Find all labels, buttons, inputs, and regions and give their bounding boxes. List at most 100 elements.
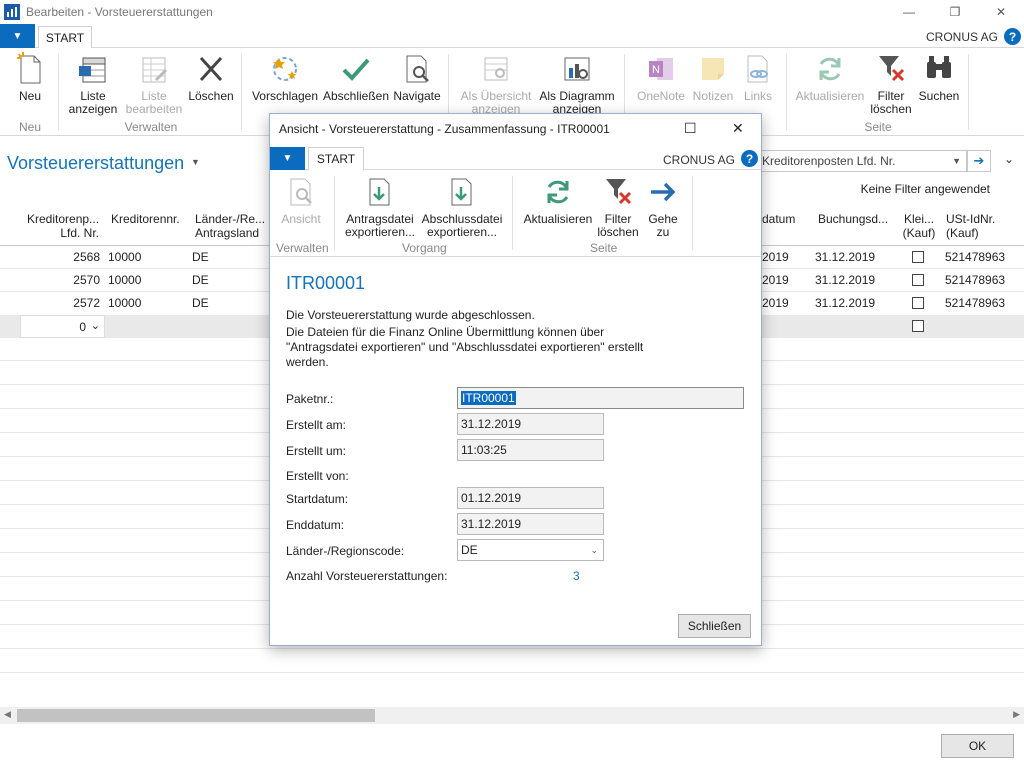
list-show-button[interactable]: Liste anzeigen	[66, 52, 120, 116]
cell-country[interactable]: DE	[192, 250, 209, 264]
page-title-dropdown-icon[interactable]: ▼	[191, 157, 200, 167]
cell-vendor-no[interactable]: 10000	[108, 250, 141, 264]
show-as-chart-button[interactable]: Als Diagramm anzeigen	[536, 52, 618, 116]
scrollbar-thumb[interactable]	[17, 709, 375, 722]
show-as-overview-button[interactable]: Als Übersicht anzeigen	[456, 52, 536, 116]
refund-count-label: Anzahl Vorsteuererstattungen:	[286, 569, 448, 583]
cell-vat-id[interactable]: 521478963	[945, 273, 1005, 287]
refresh-icon	[819, 57, 841, 81]
dialog-close-action-button[interactable]: Schließen	[678, 614, 751, 638]
dialog-clear-filter-button[interactable]: Filter löschen	[596, 175, 640, 239]
row-checkbox[interactable]	[912, 251, 924, 263]
help-icon[interactable]: ?	[1004, 28, 1021, 45]
country-code-select[interactable]: DE ⌄	[457, 539, 604, 561]
cell-entry-no[interactable]: 2570	[60, 273, 100, 287]
export-final-file-button[interactable]: Abschlussdatei exportieren...	[420, 175, 504, 239]
suggest-stars-icon	[273, 57, 297, 81]
dialog-message-line: werden.	[286, 355, 329, 369]
refresh-button[interactable]: Aktualisieren	[794, 52, 866, 103]
dialog-heading: ITR00001	[286, 273, 366, 293]
dialog-maximize-button[interactable]: ☐	[684, 120, 697, 137]
header-posting-date[interactable]: Buchungsd...	[818, 212, 888, 226]
dialog-group-page-label: Seite	[590, 241, 618, 255]
cell-vendor-no[interactable]: 10000	[108, 273, 141, 287]
app-menu-button[interactable]: ▼	[0, 24, 35, 48]
summary-dialog: Ansicht - Vorsteuererstattung - Zusammen…	[269, 113, 762, 646]
window-titlebar: Bearbeiten - Vorsteuererstattungen — ❐ ✕	[0, 0, 1024, 24]
filter-status-text: Keine Filter angewendet	[860, 182, 990, 196]
suggest-button[interactable]: Vorschlagen	[250, 52, 320, 103]
cell-end-date[interactable]: 2019	[762, 273, 789, 287]
new-document-icon	[17, 52, 41, 84]
scroll-right-icon[interactable]: ▶	[1013, 709, 1020, 720]
row-checkbox[interactable]	[912, 274, 924, 286]
scroll-left-icon[interactable]: ◀	[4, 709, 11, 720]
cell-posting-date[interactable]: 31.12.2019	[815, 296, 875, 310]
onenote-button[interactable]: N OneNote	[632, 52, 690, 103]
cell-entry-no[interactable]: 2568	[60, 250, 100, 264]
header-country[interactable]: Länder-/Re... Antragsland	[195, 212, 265, 240]
arrow-right-icon	[651, 182, 676, 202]
header-entry-no[interactable]: Kreditorenp... Lfd. Nr.	[27, 212, 99, 240]
close-button[interactable]: ✕	[978, 0, 1024, 24]
cell-vendor-no[interactable]: 10000	[108, 296, 141, 310]
cell-vat-id[interactable]: 521478963	[945, 250, 1005, 264]
package-no-field[interactable]: ITR00001	[457, 387, 744, 409]
dialog-help-icon[interactable]: ?	[741, 150, 758, 167]
header-vendor-no[interactable]: Kreditorennr.	[111, 212, 180, 226]
delete-x-icon	[199, 56, 223, 82]
cell-end-date[interactable]: 2019	[762, 250, 789, 264]
apply-filter-arrow-icon[interactable]: ➔	[967, 150, 991, 172]
delete-button[interactable]: Löschen	[186, 52, 236, 103]
end-date-field[interactable]: 31.12.2019	[457, 513, 604, 535]
new-button[interactable]: Neu	[12, 52, 48, 103]
ok-button[interactable]: OK	[941, 734, 1014, 758]
list-edit-button[interactable]: Liste bearbeiten	[124, 52, 184, 116]
dialog-message-line: Die Dateien für die Finanz Online Übermi…	[286, 325, 605, 339]
filter-field-select[interactable]: Kreditorenposten Lfd. Nr. ▼	[757, 150, 967, 172]
list-view-icon	[79, 57, 106, 83]
view-button[interactable]: Ansicht	[278, 175, 324, 226]
cell-end-date[interactable]: 2019	[762, 296, 789, 310]
horizontal-scrollbar[interactable]: ◀ ▶	[0, 707, 1024, 724]
notes-button[interactable]: Notizen	[690, 52, 736, 103]
refund-count-link[interactable]: 3	[573, 569, 580, 583]
restore-button[interactable]: ❐	[932, 0, 978, 24]
created-date-field[interactable]: 31.12.2019	[457, 413, 604, 435]
cell-posting-date[interactable]: 31.12.2019	[815, 250, 875, 264]
navigate-search-icon	[406, 55, 429, 83]
start-date-field[interactable]: 01.12.2019	[457, 487, 604, 509]
goto-button[interactable]: Gehe zu	[644, 175, 682, 239]
dialog-menu-button[interactable]: ▼	[270, 147, 305, 170]
cell-vat-id[interactable]: 521478963	[945, 296, 1005, 310]
row-checkbox[interactable]	[912, 297, 924, 309]
company-name[interactable]: CRONUS AG	[926, 30, 998, 44]
cell-country[interactable]: DE	[192, 296, 209, 310]
created-date-label: Erstellt am:	[286, 418, 347, 432]
dialog-company-name[interactable]: CRONUS AG	[663, 153, 735, 167]
new-row-checkbox[interactable]	[912, 320, 924, 332]
header-end-date[interactable]: datum	[762, 212, 795, 226]
cell-country[interactable]: DE	[192, 273, 209, 287]
export-request-file-button[interactable]: Antragsdatei exportieren...	[342, 175, 418, 239]
tab-start[interactable]: START	[38, 26, 92, 49]
dialog-refresh-button[interactable]: Aktualisieren	[522, 175, 594, 226]
page-title[interactable]: Vorsteuererstattungen	[7, 153, 184, 174]
minimize-button[interactable]: —	[886, 0, 932, 24]
header-small-business[interactable]: Klei... (Kauf)	[902, 212, 936, 240]
search-button[interactable]: Suchen	[916, 52, 962, 103]
package-no-label: Paketnr.:	[286, 392, 334, 406]
created-time-field[interactable]: 11:03:25	[457, 439, 604, 461]
finish-button[interactable]: Abschließen	[322, 52, 390, 103]
dialog-close-button[interactable]: ✕	[732, 120, 744, 137]
links-button[interactable]: Links	[738, 52, 778, 103]
dialog-tab-start[interactable]: START	[308, 147, 364, 171]
chevron-down-icon[interactable]: ⌄	[1004, 152, 1014, 166]
cell-entry-no[interactable]: 2572	[60, 296, 100, 310]
navigate-button[interactable]: Navigate	[392, 52, 442, 103]
cell-posting-date[interactable]: 31.12.2019	[815, 273, 875, 287]
clear-filter-icon	[606, 179, 632, 205]
clear-filter-button[interactable]: Filter löschen	[866, 52, 916, 116]
new-row-entry-cell[interactable]: 0 ⌄	[20, 315, 105, 338]
header-vat-id[interactable]: USt-IdNr. (Kauf)	[946, 212, 995, 240]
